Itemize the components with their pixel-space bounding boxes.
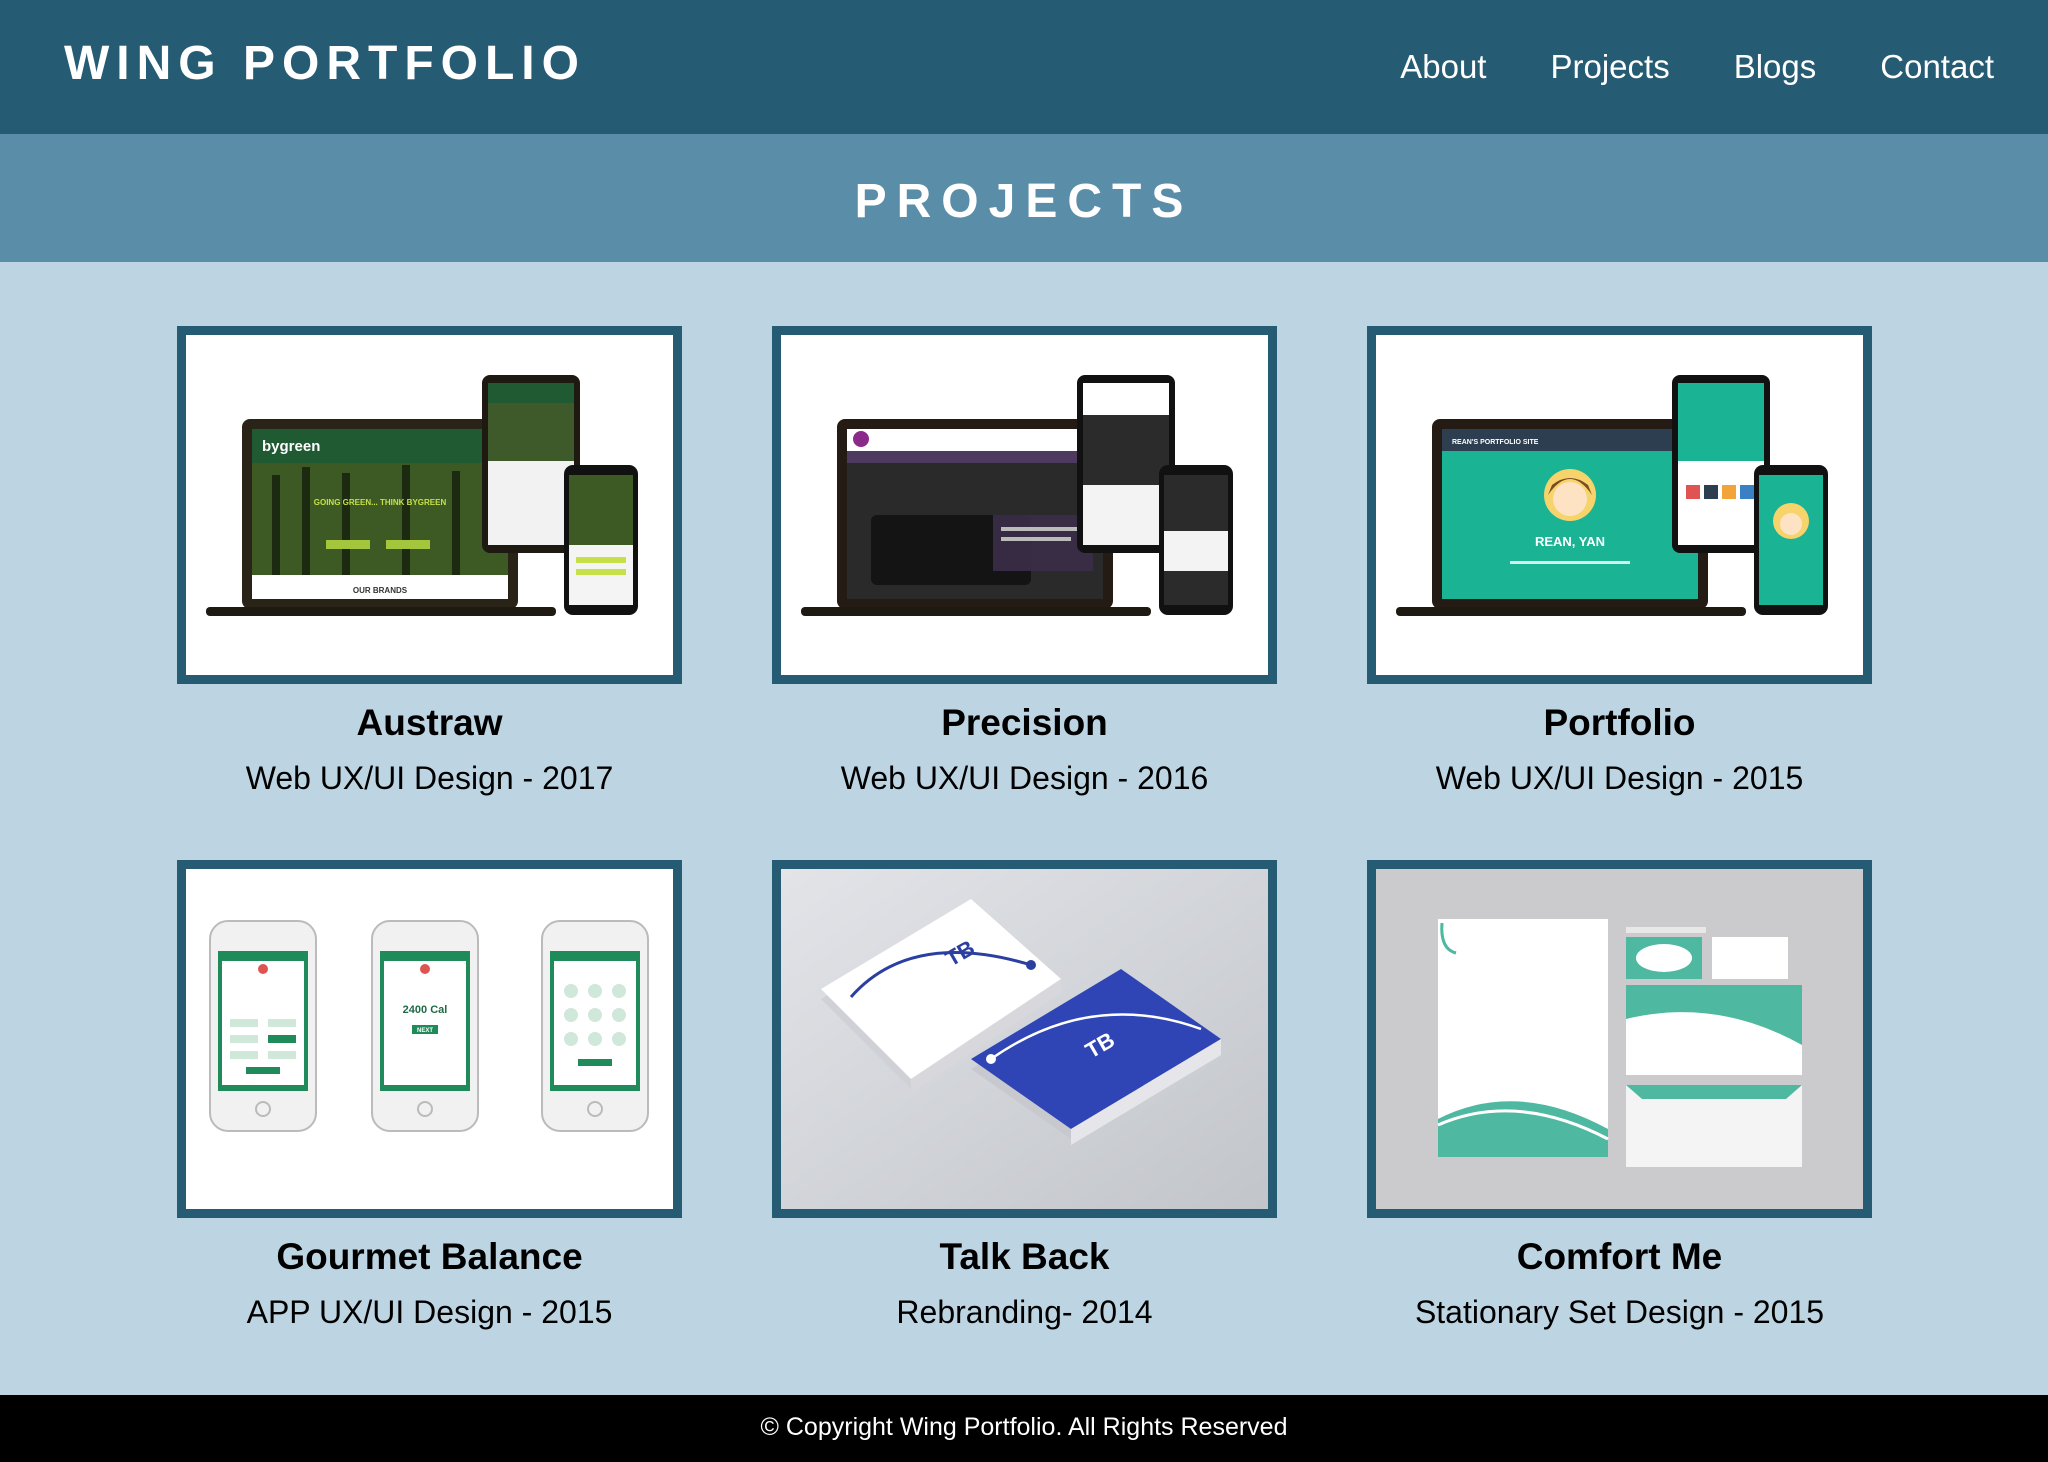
project-thumbnail[interactable]: bygreen GOING GREEN... THINK BYGREEN OUR…: [177, 326, 682, 684]
page-footer: © Copyright Wing Portfolio. All Rights R…: [0, 1395, 2048, 1462]
project-subtitle: Rebranding- 2014: [896, 1294, 1153, 1330]
main-nav: About Projects Blogs Contact: [1400, 48, 1994, 86]
responsive-mockup-image: REAN'S PORTFOLIO SITE REAN, YAN: [1396, 375, 1828, 616]
calorie-readout: 2400 Cal: [403, 1004, 448, 1016]
app-mockup-image: 2400 Cal NEXT: [209, 920, 649, 1132]
project-title[interactable]: Comfort Me: [1367, 1236, 1872, 1278]
project-card-austraw[interactable]: bygreen GOING GREEN... THINK BYGREEN OUR…: [177, 326, 682, 860]
project-thumbnail[interactable]: [1367, 860, 1872, 1218]
portfolio-site-name: REAN'S PORTFOLIO SITE: [1452, 439, 1539, 446]
project-card-portfolio[interactable]: REAN'S PORTFOLIO SITE REAN, YAN Portfoli…: [1367, 326, 1872, 860]
mockup-headline: GOING GREEN... THINK BYGREEN: [314, 498, 447, 507]
project-thumbnail[interactable]: 2400 Cal NEXT: [177, 860, 682, 1218]
project-title[interactable]: Gourmet Balance: [177, 1236, 682, 1278]
project-card-precision[interactable]: Precision Web UX/UI Design - 2016: [772, 326, 1277, 860]
project-subtitle: Web UX/UI Design - 2016: [840, 760, 1209, 796]
project-subtitle: Stationary Set Design - 2015: [1414, 1294, 1825, 1330]
responsive-mockup-image: bygreen GOING GREEN... THINK BYGREEN OUR…: [206, 375, 638, 616]
bygreen-logo-text: bygreen: [262, 438, 320, 455]
project-thumbnail[interactable]: REAN'S PORTFOLIO SITE REAN, YAN: [1367, 326, 1872, 684]
projects-grid: bygreen GOING GREEN... THINK BYGREEN OUR…: [177, 326, 1873, 1394]
project-subtitle: APP UX/UI Design - 2015: [246, 1294, 613, 1330]
project-title[interactable]: Austraw: [177, 702, 682, 744]
mockup-section-label: OUR BRANDS: [353, 586, 408, 595]
nav-blogs-link[interactable]: Blogs: [1734, 48, 1817, 86]
project-title[interactable]: Portfolio: [1367, 702, 1872, 744]
project-thumbnail[interactable]: [772, 326, 1277, 684]
page-banner: PROJECTS: [0, 134, 2048, 262]
nav-contact-link[interactable]: Contact: [1880, 48, 1994, 86]
project-card-comfort-me[interactable]: Comfort Me Stationary Set Design - 2015: [1367, 860, 1872, 1394]
business-card-image: TB TB: [781, 869, 1268, 1209]
stationery-set-image: [1376, 869, 1863, 1209]
nav-projects-link[interactable]: Projects: [1550, 48, 1669, 86]
nav-about-link[interactable]: About: [1400, 48, 1486, 86]
mockup-next-button: NEXT: [417, 1028, 433, 1034]
project-card-gourmet-balance[interactable]: 2400 Cal NEXT Gourmet Balance APP UX/UI …: [177, 860, 682, 1394]
project-title[interactable]: Precision: [772, 702, 1277, 744]
copyright-text: © Copyright Wing Portfolio. All Rights R…: [760, 1413, 1288, 1441]
top-navbar: WING PORTFOLIO About Projects Blogs Cont…: [0, 0, 2048, 134]
portfolio-person-name: REAN, YAN: [1535, 534, 1605, 549]
page-title: PROJECTS: [854, 175, 1194, 228]
project-subtitle: Web UX/UI Design - 2015: [1435, 760, 1804, 796]
site-brand[interactable]: WING PORTFOLIO: [64, 36, 586, 91]
responsive-mockup-image: [801, 375, 1233, 616]
project-thumbnail[interactable]: TB TB: [772, 860, 1277, 1218]
project-subtitle: Web UX/UI Design - 2017: [245, 760, 614, 796]
project-title[interactable]: Talk Back: [772, 1236, 1277, 1278]
project-card-talk-back[interactable]: TB TB Talk Back Rebranding- 2014: [772, 860, 1277, 1394]
